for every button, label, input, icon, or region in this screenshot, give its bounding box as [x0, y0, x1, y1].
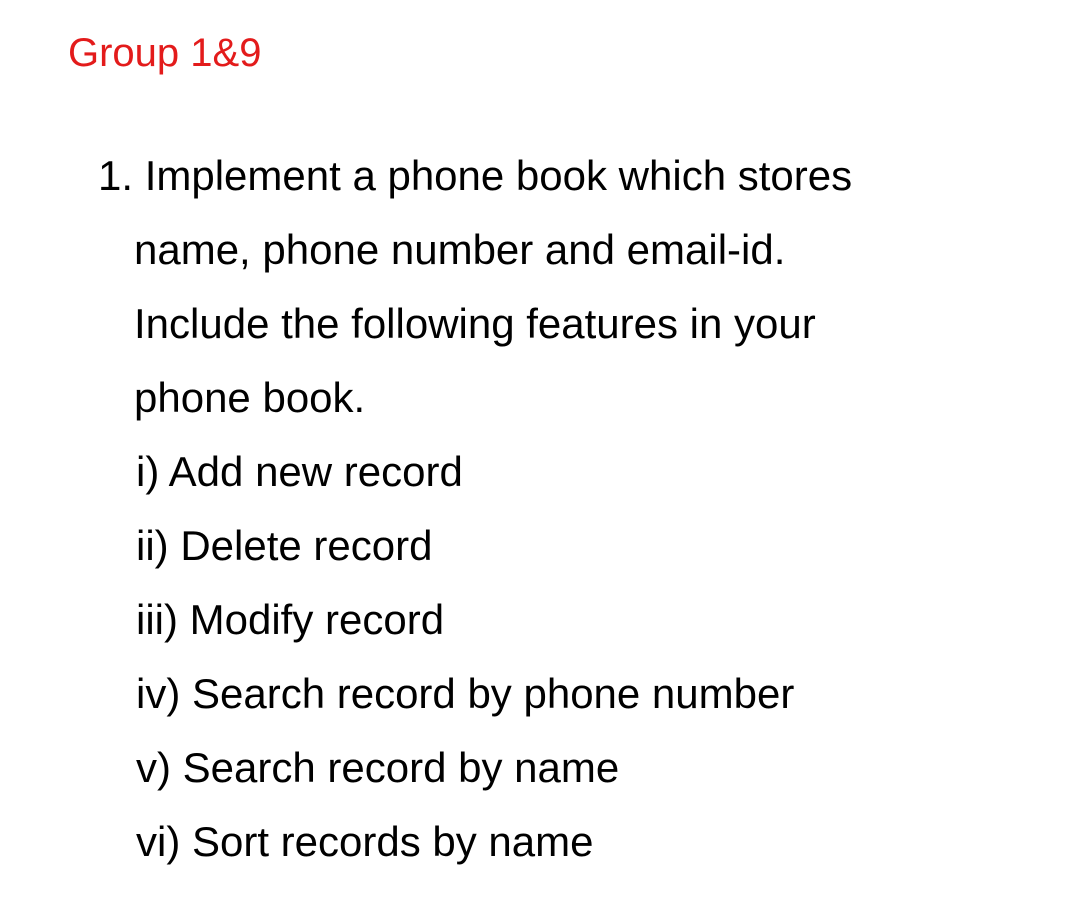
feature-item-delete: ii) Delete record	[136, 522, 433, 569]
feature-item-modify: iii) Modify record	[136, 596, 445, 643]
question-line-1: 1. Implement a phone book which stores	[98, 152, 853, 199]
question-line-2: name, phone number and email-id.	[134, 226, 786, 273]
feature-item-search-phone: iv) Search record by phone number	[136, 670, 795, 717]
question-line-4: phone book.	[134, 374, 366, 421]
feature-item-search-name: v) Search record by name	[136, 744, 620, 791]
group-title: Group 1&9	[68, 31, 262, 75]
question-block: 1. Implement a phone book which stores n…	[98, 139, 1058, 879]
feature-item-sort: vi) Sort records by name	[136, 818, 594, 865]
feature-item-add: i) Add new record	[136, 448, 463, 495]
document-page: Group 1&9 1. Implement a phone book whic…	[0, 0, 1080, 920]
question-line-3: Include the following features in your	[134, 300, 816, 347]
feature-list: i) Add new record ii) Delete record iii)…	[98, 435, 1058, 879]
